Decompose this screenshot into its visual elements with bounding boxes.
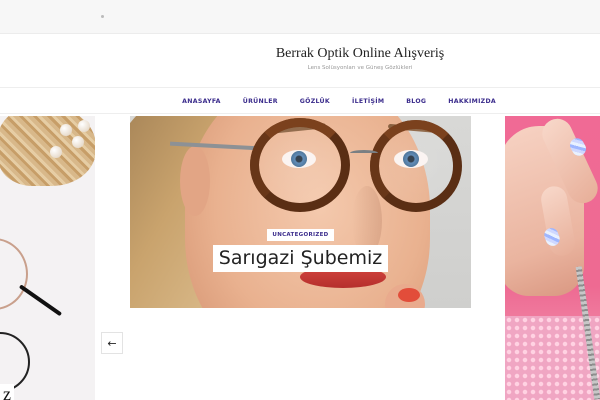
nav-item-hakkimizda[interactable]: HAKKIMIZDA [448,98,496,105]
glasses-frame-image [0,238,28,310]
top-bar [0,0,600,34]
main-navigation: ANASAYFA ÜRÜNLER GÖZLÜK İLETİŞİM BLOG HA… [0,88,600,114]
previous-slide-image[interactable]: z [0,116,95,400]
pearl [50,146,62,158]
slide-caption: UNCATEGORIZED Sarıgazi Şubemiz [130,223,471,272]
slider-controls: ← [95,308,505,400]
next-slide-image[interactable] [505,116,600,400]
category-badge[interactable]: UNCATEGORIZED [267,229,334,241]
top-bar-dot [101,15,104,18]
previous-slide-title: z [0,384,14,400]
pearl [72,136,84,148]
nav-item-blog[interactable]: BLOG [406,98,426,105]
site-header: Berrak Optik Online Alışveriş Lens Solüs… [0,34,600,88]
site-tagline: Lens Solüsyonları ve Güneş Gözlükleri [307,65,413,71]
nav-item-iletisim[interactable]: İLETİŞİM [352,98,384,105]
glasses-lens-shape [370,120,462,212]
fingernail-shape [398,288,420,302]
ear-shape [180,146,210,216]
glasses-temple-image [18,284,63,317]
slide-title[interactable]: Sarıgazi Şubemiz [212,245,389,272]
arrow-left-icon: ← [107,336,117,350]
glasses-frame-image [0,332,30,392]
pearl [60,124,72,136]
site-title[interactable]: Berrak Optik Online Alışveriş [220,46,500,62]
glasses-bridge-shape [350,150,378,156]
active-slide-image[interactable]: UNCATEGORIZED Sarıgazi Şubemiz [130,116,471,308]
glasses-lens-shape [250,118,350,212]
pearl [78,120,90,132]
featured-slider: z UNCATEGORIZED Sarıgazi Şubemiz ← [0,116,600,400]
nav-item-gozluk[interactable]: GÖZLÜK [300,98,330,105]
slider-prev-button[interactable]: ← [101,332,123,354]
nav-item-urunler[interactable]: ÜRÜNLER [243,98,278,105]
nav-item-anasayfa[interactable]: ANASAYFA [182,98,221,105]
